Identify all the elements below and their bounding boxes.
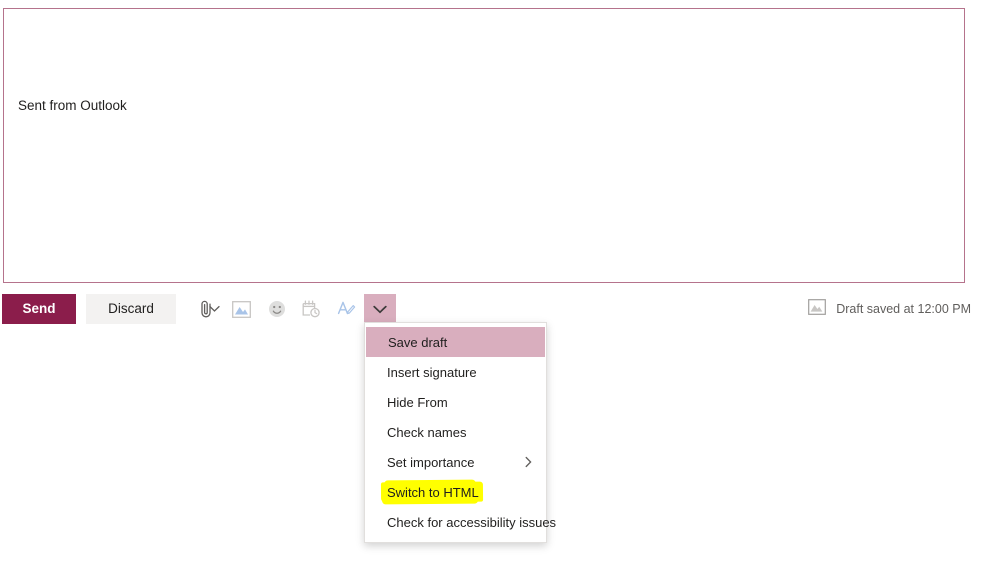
compose-body-text[interactable]: Sent from Outlook (18, 97, 127, 115)
menu-item-label: Switch to HTML (387, 484, 479, 500)
menu-item-label: Hide From (387, 394, 448, 410)
menu-item-switch-to-html[interactable]: Switch to HTML (365, 477, 546, 507)
insert-picture-icon[interactable] (227, 294, 255, 324)
send-later-icon[interactable] (297, 294, 325, 324)
menu-item-label: Set importance (387, 454, 475, 470)
menu-item-label: Insert signature (387, 364, 477, 380)
menu-item-label: Save draft (388, 334, 448, 350)
compose-window: Sent from Outlook Send Discard Draft sav… (0, 0, 987, 566)
menu-item-check-accessibility[interactable]: Check for accessibility issues (365, 507, 556, 537)
menu-item-set-importance[interactable]: Set importance (365, 447, 546, 477)
picture-icon (808, 298, 827, 320)
send-button[interactable]: Send (2, 294, 76, 324)
chevron-right-icon (525, 456, 532, 468)
menu-item-check-names[interactable]: Check names (365, 417, 546, 447)
compose-body-area[interactable]: Sent from Outlook (3, 8, 965, 283)
draft-status-text: Draft saved at 12:00 PM (836, 302, 971, 316)
discard-button[interactable]: Discard (86, 294, 176, 324)
attach-chevron-down-icon[interactable] (204, 294, 224, 324)
menu-item-label: Check names (387, 424, 467, 440)
menu-item-label: Check for accessibility issues (387, 514, 557, 530)
signature-icon[interactable] (332, 294, 360, 324)
more-options-menu: Save draft Insert signature Hide From Ch… (364, 322, 556, 543)
more-options-chevron-down-icon[interactable] (364, 294, 396, 324)
emoji-icon[interactable] (263, 294, 291, 324)
menu-item-hide-from[interactable]: Hide From (365, 387, 546, 417)
draft-status: Draft saved at 12:00 PM (808, 294, 971, 324)
menu-item-insert-signature[interactable]: Insert signature (365, 357, 546, 387)
menu-item-save-draft[interactable]: Save draft (366, 327, 545, 357)
